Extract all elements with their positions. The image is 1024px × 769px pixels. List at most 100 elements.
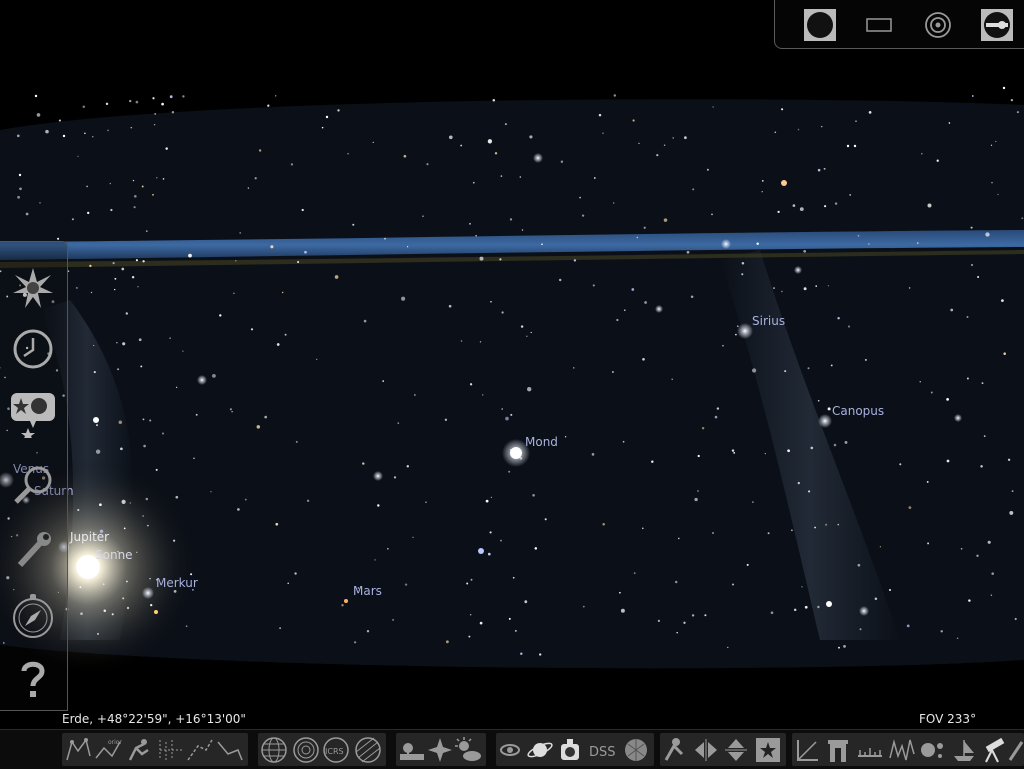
background-star xyxy=(112,262,115,265)
background-star xyxy=(579,196,581,199)
scale-icon[interactable] xyxy=(856,736,884,764)
mount-mode-icon[interactable] xyxy=(660,736,688,764)
telescope-icon[interactable] xyxy=(980,736,1008,764)
background-star xyxy=(76,287,78,289)
background-star xyxy=(706,168,709,171)
background-star xyxy=(354,641,357,644)
background-star xyxy=(161,432,165,435)
background-star xyxy=(233,292,235,295)
background-star xyxy=(797,481,800,485)
constellation-boundaries-icon[interactable] xyxy=(156,736,184,764)
background-star xyxy=(62,134,66,138)
background-star xyxy=(843,645,846,648)
settings-wrench-icon[interactable] xyxy=(8,525,58,575)
background-star xyxy=(150,603,153,607)
background-star xyxy=(741,262,745,265)
background-star xyxy=(123,527,126,530)
view-mode-group xyxy=(660,733,786,766)
clock-icon[interactable] xyxy=(8,324,58,374)
ground-icon[interactable] xyxy=(398,736,426,764)
background-star xyxy=(414,394,416,396)
constellation-art-icon[interactable] xyxy=(124,736,152,764)
satellites-icon[interactable] xyxy=(556,736,584,764)
background-star xyxy=(868,111,872,114)
background-star xyxy=(810,446,814,450)
constellation-lines-icon[interactable] xyxy=(64,736,92,764)
background-star xyxy=(109,182,112,185)
target-icon[interactable] xyxy=(921,8,955,42)
azimuthal-grid-icon[interactable] xyxy=(292,736,320,764)
asterism-labels-icon[interactable] xyxy=(216,736,244,764)
icrs-grid-icon[interactable]: ICRS xyxy=(322,736,350,764)
dss-survey-button[interactable]: DSS xyxy=(588,736,622,764)
background-star xyxy=(501,311,504,314)
planet-moons-icon[interactable] xyxy=(918,736,946,764)
ship-icon[interactable] xyxy=(950,736,978,764)
background-star xyxy=(868,243,870,245)
background-star xyxy=(156,177,158,179)
background-star xyxy=(632,119,635,122)
dss-label: DSS xyxy=(589,745,616,760)
view-options-panel xyxy=(774,0,1024,49)
background-star xyxy=(690,295,694,299)
constellation-labels-icon[interactable]: orion xyxy=(94,736,122,764)
search-icon[interactable] xyxy=(8,462,58,512)
pen-icon[interactable] xyxy=(1006,736,1024,764)
background-star xyxy=(727,646,729,649)
background-star xyxy=(499,258,502,261)
help-icon[interactable] xyxy=(8,654,58,704)
angle-measure-icon[interactable] xyxy=(794,736,822,764)
background-star xyxy=(995,140,997,143)
background-star xyxy=(504,123,507,126)
background-star xyxy=(281,291,284,294)
asterism-lines-icon[interactable] xyxy=(186,736,214,764)
background-star xyxy=(980,465,983,468)
background-star xyxy=(118,420,123,425)
full-circle-icon[interactable] xyxy=(803,8,837,42)
background-star xyxy=(704,614,707,617)
background-star xyxy=(377,504,380,507)
observatory-icon[interactable] xyxy=(824,736,852,764)
background-star xyxy=(530,331,532,334)
spectrum-icon[interactable] xyxy=(888,736,916,764)
background-star xyxy=(460,144,463,147)
sky-viewing-icon[interactable] xyxy=(8,388,58,438)
flip-vertical-icon[interactable] xyxy=(722,736,750,764)
background-star xyxy=(746,563,749,566)
flip-horizontal-icon[interactable] xyxy=(692,736,720,764)
background-star xyxy=(149,419,152,422)
background-star xyxy=(722,344,724,347)
mars-planet xyxy=(344,599,348,603)
background-star xyxy=(169,337,171,339)
cardinal-points-icon[interactable] xyxy=(426,736,454,764)
jupiter-label: Jupiter xyxy=(69,530,109,544)
background-star xyxy=(182,95,185,98)
nebula-icon[interactable] xyxy=(496,736,524,764)
compass-icon[interactable] xyxy=(8,590,58,640)
atmosphere-icon[interactable] xyxy=(454,736,482,764)
background-star xyxy=(1007,458,1011,461)
rectangle-icon[interactable] xyxy=(862,8,896,42)
equatorial-grid-icon[interactable] xyxy=(260,736,288,764)
background-star xyxy=(527,387,532,392)
location-star-icon[interactable] xyxy=(8,263,58,313)
background-star xyxy=(834,202,838,205)
star-bright xyxy=(781,180,787,186)
background-star xyxy=(505,416,509,421)
background-star xyxy=(879,546,882,548)
galactic-grid-icon[interactable] xyxy=(354,736,382,764)
background-star xyxy=(508,470,511,473)
hips-survey-icon[interactable] xyxy=(622,736,650,764)
background-star xyxy=(808,490,811,493)
bookmark-star-icon[interactable] xyxy=(754,736,782,764)
planets-icon[interactable] xyxy=(526,736,554,764)
background-star xyxy=(407,246,409,248)
background-star xyxy=(175,386,178,389)
background-star xyxy=(968,599,971,602)
sky-view[interactable]: Sirius Canopus Mond Mars Merkur Sonne Ju… xyxy=(0,0,1024,768)
wrench-circle-icon[interactable] xyxy=(980,8,1014,42)
background-star xyxy=(487,139,493,144)
background-star xyxy=(479,256,484,261)
background-star xyxy=(926,480,929,483)
background-star xyxy=(142,260,145,263)
